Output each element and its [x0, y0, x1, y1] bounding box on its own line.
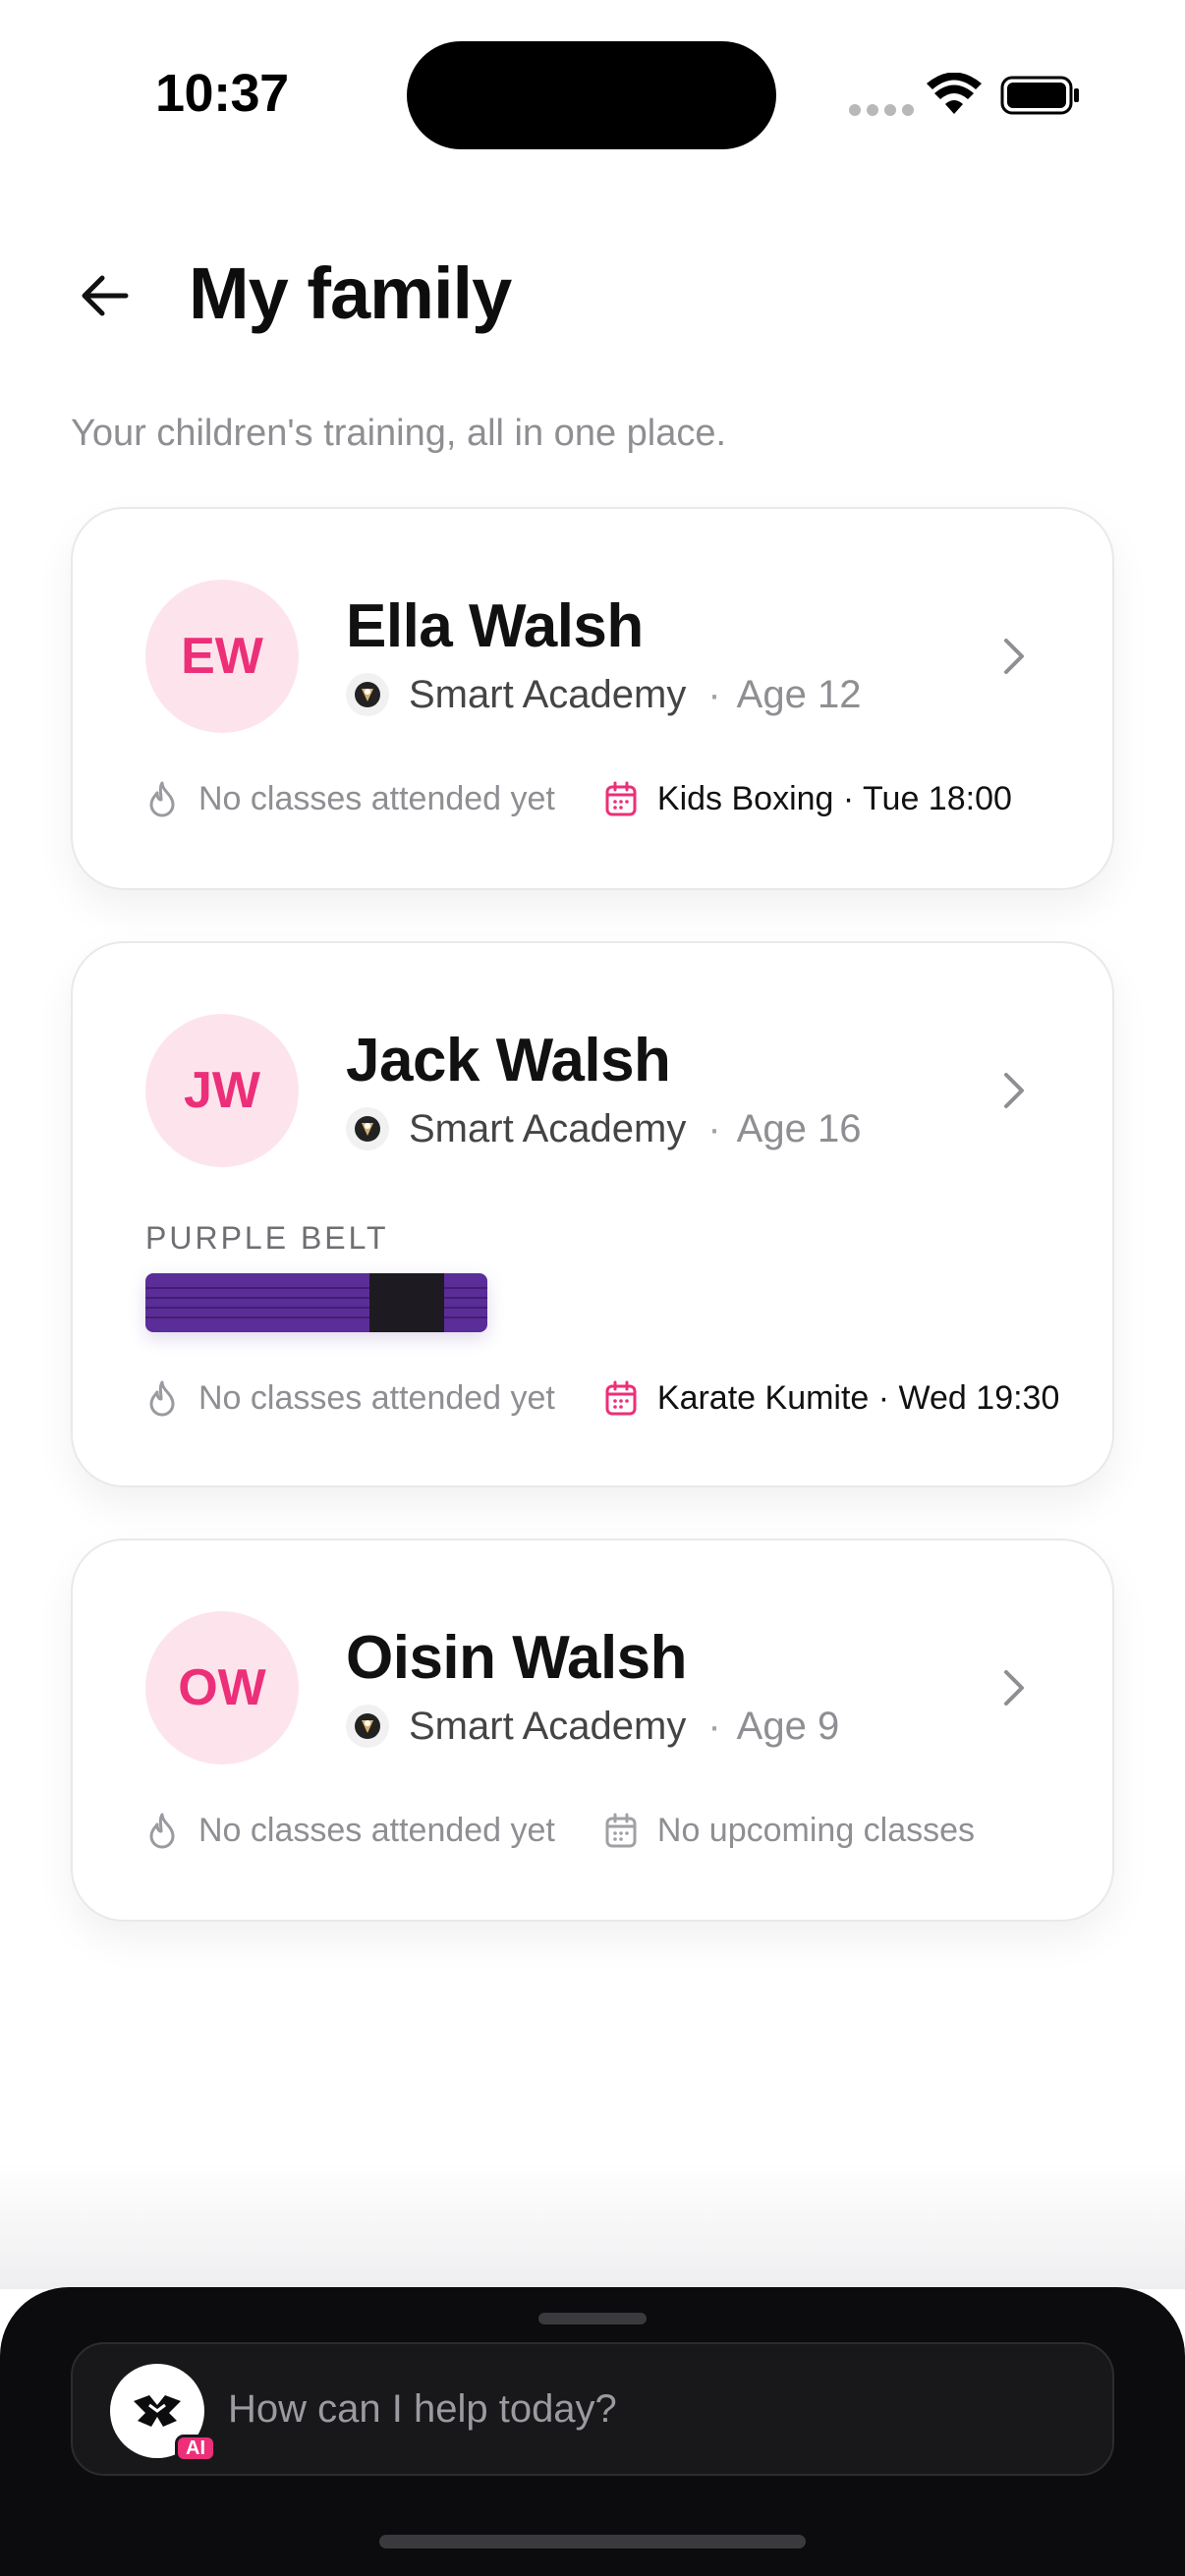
- belt-graphic: [145, 1273, 487, 1332]
- chevron-right-icon: [1004, 639, 1024, 674]
- chevron-right-icon: [1004, 1073, 1024, 1108]
- club-row: Smart Academy · Age 12: [346, 670, 861, 719]
- back-button[interactable]: [71, 261, 140, 330]
- wifi-icon: [927, 73, 982, 114]
- attendance-text: No classes attended yet: [198, 1811, 555, 1849]
- separator: ·: [707, 1106, 721, 1150]
- belt-rank-bar: [369, 1273, 444, 1332]
- child-name: Ella Walsh: [346, 592, 644, 660]
- next-class-text: No upcoming classes: [656, 1811, 976, 1849]
- home-indicator: [379, 2535, 806, 2548]
- dynamic-island: [407, 41, 776, 149]
- cellular-signal-icon: [849, 104, 914, 116]
- assistant-placeholder: How can I help today?: [228, 2387, 617, 2431]
- sheet-grabber[interactable]: [538, 2313, 647, 2324]
- separator: ·: [707, 672, 721, 716]
- flame-icon: [149, 1380, 175, 1417]
- club-logo-icon: [346, 1107, 389, 1150]
- child-name: Jack Walsh: [346, 1027, 671, 1094]
- avatar: JW: [145, 1014, 299, 1167]
- page-subtitle: Your children's training, all in one pla…: [71, 413, 727, 454]
- club-name: Smart Academy: [409, 1704, 687, 1748]
- child-card-ella-walsh[interactable]: EW Ella Walsh Smart Academy · Age 12 No …: [71, 507, 1114, 890]
- child-age: Age 16: [736, 1106, 862, 1150]
- child-name: Oisin Walsh: [346, 1624, 688, 1692]
- next-class-text: Kids Boxing · Tue 18:00: [656, 779, 1012, 817]
- ai-badge: AI: [175, 2435, 216, 2462]
- avatar: OW: [145, 1611, 299, 1764]
- club-logo-icon: [346, 1705, 389, 1748]
- calendar-icon: [605, 1813, 637, 1848]
- calendar-icon: [605, 781, 637, 816]
- page-title: My family: [189, 252, 512, 334]
- separator: ·: [707, 1704, 721, 1748]
- child-card-oisin-walsh[interactable]: OW Oisin Walsh Smart Academy · Age 9 No …: [71, 1539, 1114, 1922]
- info-row: No classes attended yet Kids Boxing · Tu…: [145, 774, 1012, 823]
- status-time: 10:37: [155, 64, 289, 123]
- calendar-icon: [605, 1380, 637, 1416]
- back-arrow-icon: [82, 275, 129, 316]
- club-row: Smart Academy · Age 9: [346, 1702, 839, 1751]
- bottom-fade: [0, 2161, 1185, 2289]
- child-card-jack-walsh[interactable]: JW Jack Walsh Smart Academy · Age 16 PUR…: [71, 941, 1114, 1487]
- club-logo-icon: [346, 673, 389, 716]
- info-row: No classes attended yet Karate Kumite · …: [145, 1373, 1059, 1423]
- avatar: EW: [145, 580, 299, 733]
- club-name: Smart Academy: [409, 1106, 687, 1150]
- child-age: Age 9: [736, 1704, 840, 1748]
- battery-icon: [1000, 76, 1079, 115]
- assistant-input[interactable]: AI How can I help today?: [71, 2342, 1114, 2476]
- flame-icon: [149, 781, 175, 817]
- child-age: Age 12: [736, 672, 862, 716]
- belt-label: PURPLE BELT: [145, 1220, 389, 1256]
- attendance-text: No classes attended yet: [198, 779, 555, 817]
- status-bar: 10:37: [0, 0, 1185, 187]
- chevron-right-icon: [1004, 1670, 1024, 1706]
- attendance-text: No classes attended yet: [198, 1378, 555, 1417]
- club-row: Smart Academy · Age 16: [346, 1104, 861, 1153]
- next-class-text: Karate Kumite · Wed 19:30: [656, 1378, 1060, 1417]
- club-name: Smart Academy: [409, 672, 687, 716]
- flame-icon: [149, 1813, 175, 1849]
- info-row: No classes attended yet No upcoming clas…: [145, 1806, 975, 1855]
